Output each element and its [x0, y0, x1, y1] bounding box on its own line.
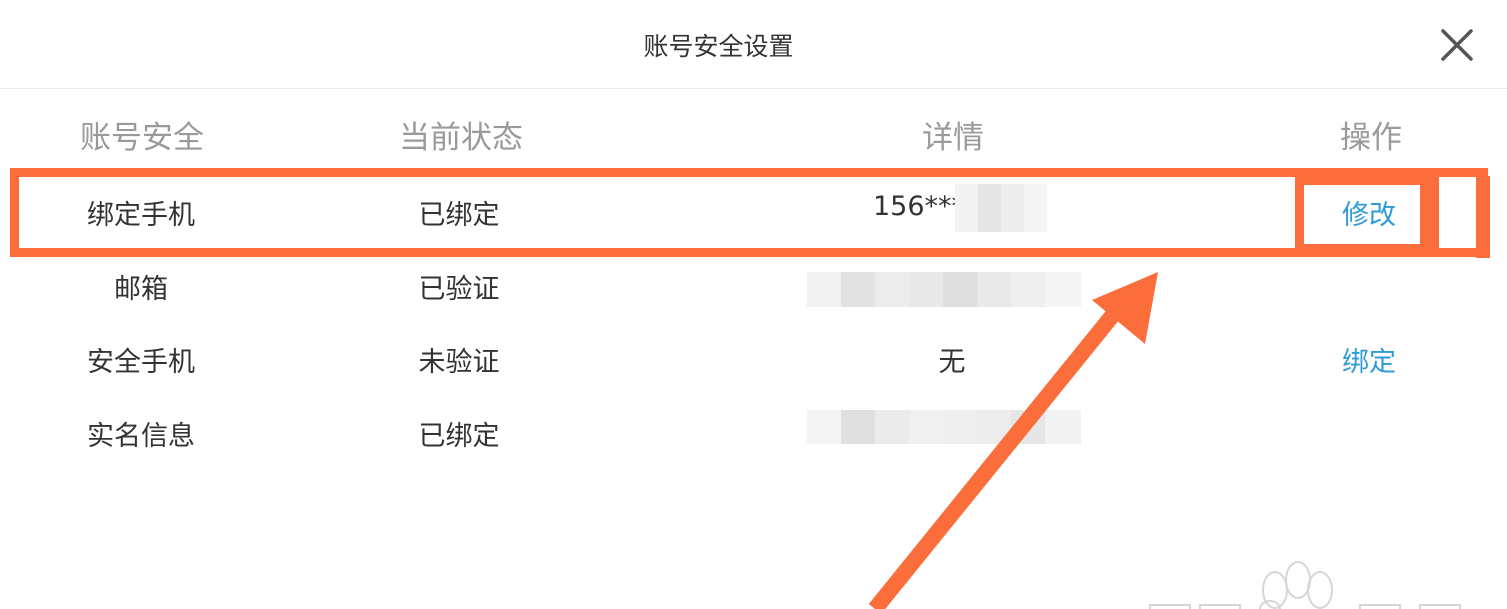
highlight-right-edge: [1476, 176, 1490, 258]
row-label-security-phone: 安全手机: [87, 347, 195, 378]
row-label-email: 邮箱: [114, 274, 168, 305]
bind-security-phone-button[interactable]: 绑定: [1342, 340, 1396, 379]
redacted-email: [807, 272, 1081, 307]
highlight-separator: [1425, 176, 1439, 254]
dialog-title: 账号安全设置: [643, 32, 794, 61]
redacted-real-name: [807, 410, 1081, 444]
row-label-real-name: 实名信息: [87, 421, 195, 452]
dialog-header: 账号安全设置: [0, 0, 1507, 89]
column-header-details: 详情: [922, 120, 984, 156]
close-icon: [1441, 29, 1473, 61]
highlight-button-box: [1295, 176, 1429, 253]
watermark-paw-icon: [1149, 561, 1461, 609]
row-status-email: 已验证: [418, 274, 500, 305]
column-header-account-security: 账号安全: [80, 120, 204, 156]
column-header-operation: 操作: [1340, 120, 1402, 156]
row-status-security-phone: 未验证: [418, 347, 500, 378]
row-detail-security-phone: 无: [938, 347, 966, 378]
close-button[interactable]: [1436, 24, 1478, 66]
highlight-row-box: [10, 168, 1488, 257]
row-status-real-name: 已绑定: [418, 421, 500, 452]
annotation-arrow-icon: [868, 272, 1158, 609]
column-header-current-status: 当前状态: [399, 120, 523, 156]
